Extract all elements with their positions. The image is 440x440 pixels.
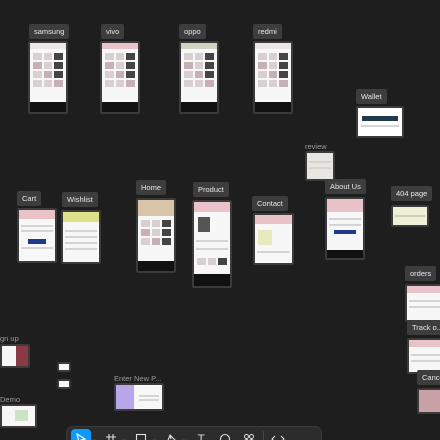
frame-samsung[interactable]	[28, 41, 68, 114]
frame-enter-new-p[interactable]	[114, 383, 164, 411]
frame-cancel[interactable]	[417, 388, 440, 414]
frame-label-track-order[interactable]: Track o...	[407, 320, 440, 335]
frame-label-home[interactable]: Home	[136, 180, 167, 195]
frame-label-enter-new-p[interactable]: Enter New P...	[114, 374, 161, 383]
frame-label-review[interactable]: review	[305, 142, 327, 151]
frame-small-1[interactable]	[57, 362, 71, 372]
frame-label-404[interactable]: 404 page	[391, 186, 433, 201]
frame-track-order[interactable]	[407, 338, 440, 374]
comment-tool[interactable]	[215, 429, 235, 440]
frame-label-cart[interactable]: Cart	[17, 191, 42, 206]
frame-orders[interactable]	[405, 284, 440, 322]
chevron-down-icon[interactable]: ⌄	[182, 436, 187, 440]
components-icon	[244, 434, 255, 440]
frame-contact[interactable]	[253, 213, 294, 265]
frame-label-wishlist[interactable]: Wishlist	[62, 192, 98, 207]
hash-icon	[106, 434, 117, 440]
frame-product[interactable]	[192, 200, 232, 288]
resources-tool[interactable]	[239, 429, 259, 440]
frame-vivo[interactable]	[100, 41, 140, 114]
pen-icon	[167, 434, 176, 440]
frame-label-demo[interactable]: Demo	[0, 395, 20, 404]
toolbar-divider	[263, 431, 265, 440]
dev-mode-toggle[interactable]	[268, 429, 288, 440]
frame-redmi[interactable]	[253, 41, 293, 114]
cursor-icon	[76, 433, 87, 440]
frame-home[interactable]	[136, 198, 176, 273]
comment-icon	[220, 433, 231, 440]
frame-wishlist[interactable]	[61, 210, 101, 264]
chevron-down-icon[interactable]: ⌄	[92, 436, 97, 440]
frame-about-us[interactable]	[325, 197, 365, 260]
frame-review[interactable]	[305, 151, 335, 181]
frame-tool[interactable]	[101, 429, 121, 440]
frame-label-cancel[interactable]: Cance	[417, 370, 440, 385]
frame-label-about-us[interactable]: About Us	[325, 179, 366, 194]
frame-label-orders[interactable]: orders	[405, 266, 437, 281]
frame-demo[interactable]	[0, 404, 37, 428]
frame-small-2[interactable]	[57, 379, 71, 389]
text-icon: T	[197, 432, 205, 440]
chevron-down-icon[interactable]: ⌄	[122, 436, 127, 440]
frame-label-sign-up[interactable]: gn up	[0, 334, 19, 343]
frame-label-redmi[interactable]: redmi	[253, 24, 282, 39]
bottom-toolbar: ⌄ ⌄ ⌄ ⌄ T	[66, 426, 322, 440]
pen-tool[interactable]	[161, 429, 181, 440]
frame-label-samsung[interactable]: samsung	[29, 24, 70, 39]
move-tool[interactable]	[71, 429, 91, 440]
code-icon	[271, 435, 285, 440]
frame-cart[interactable]	[17, 208, 57, 263]
frame-label-contact[interactable]: Contact	[252, 196, 288, 211]
frame-label-vivo[interactable]: vivo	[101, 24, 125, 39]
frame-label-wallet[interactable]: Wallet	[356, 89, 387, 104]
square-icon	[136, 433, 147, 440]
frame-oppo[interactable]	[179, 41, 219, 114]
frame-label-oppo[interactable]: oppo	[179, 24, 206, 39]
frame-label-product[interactable]: Product	[193, 182, 229, 197]
frame-sign-up[interactable]	[0, 344, 30, 368]
text-tool[interactable]: T	[191, 429, 211, 440]
frame-wallet[interactable]	[356, 106, 404, 138]
shape-tool[interactable]	[131, 429, 151, 440]
frame-404[interactable]	[391, 205, 429, 227]
chevron-down-icon[interactable]: ⌄	[152, 436, 157, 440]
design-canvas[interactable]: samsung vivo oppo redmi Wallet review Ca…	[0, 0, 440, 440]
